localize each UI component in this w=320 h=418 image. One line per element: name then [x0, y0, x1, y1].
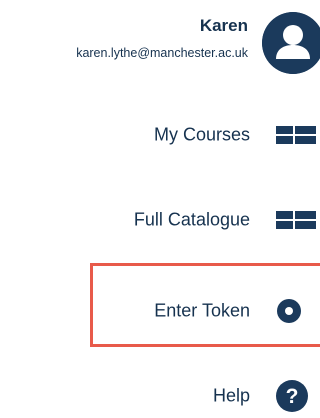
question-icon: ?	[276, 376, 316, 416]
grid-icon	[276, 200, 316, 240]
user-email: karen.lythe@manchester.ac.uk	[76, 46, 248, 60]
user-profile[interactable]: Karen karen.lythe@manchester.ac.uk	[0, 0, 320, 80]
menu-item-label: Enter Token	[154, 300, 250, 321]
dot-circle-icon	[276, 291, 316, 331]
menu-item-label: Help	[212, 385, 250, 406]
menu-item-full-catalogue[interactable]: Full Catalogue	[0, 198, 316, 242]
svg-text:?: ?	[286, 385, 299, 408]
menu-item-my-courses[interactable]: My Courses	[0, 113, 316, 157]
user-icon[interactable]	[262, 12, 320, 74]
menu-item-enter-token[interactable]: Enter Token	[0, 289, 316, 333]
menu-item-label: Full Catalogue	[133, 209, 250, 230]
menu-item-label: My Courses	[153, 124, 250, 145]
grid-icon	[276, 115, 316, 155]
user-name: Karen	[199, 16, 248, 35]
menu-item-help[interactable]: Help ?	[0, 374, 316, 418]
